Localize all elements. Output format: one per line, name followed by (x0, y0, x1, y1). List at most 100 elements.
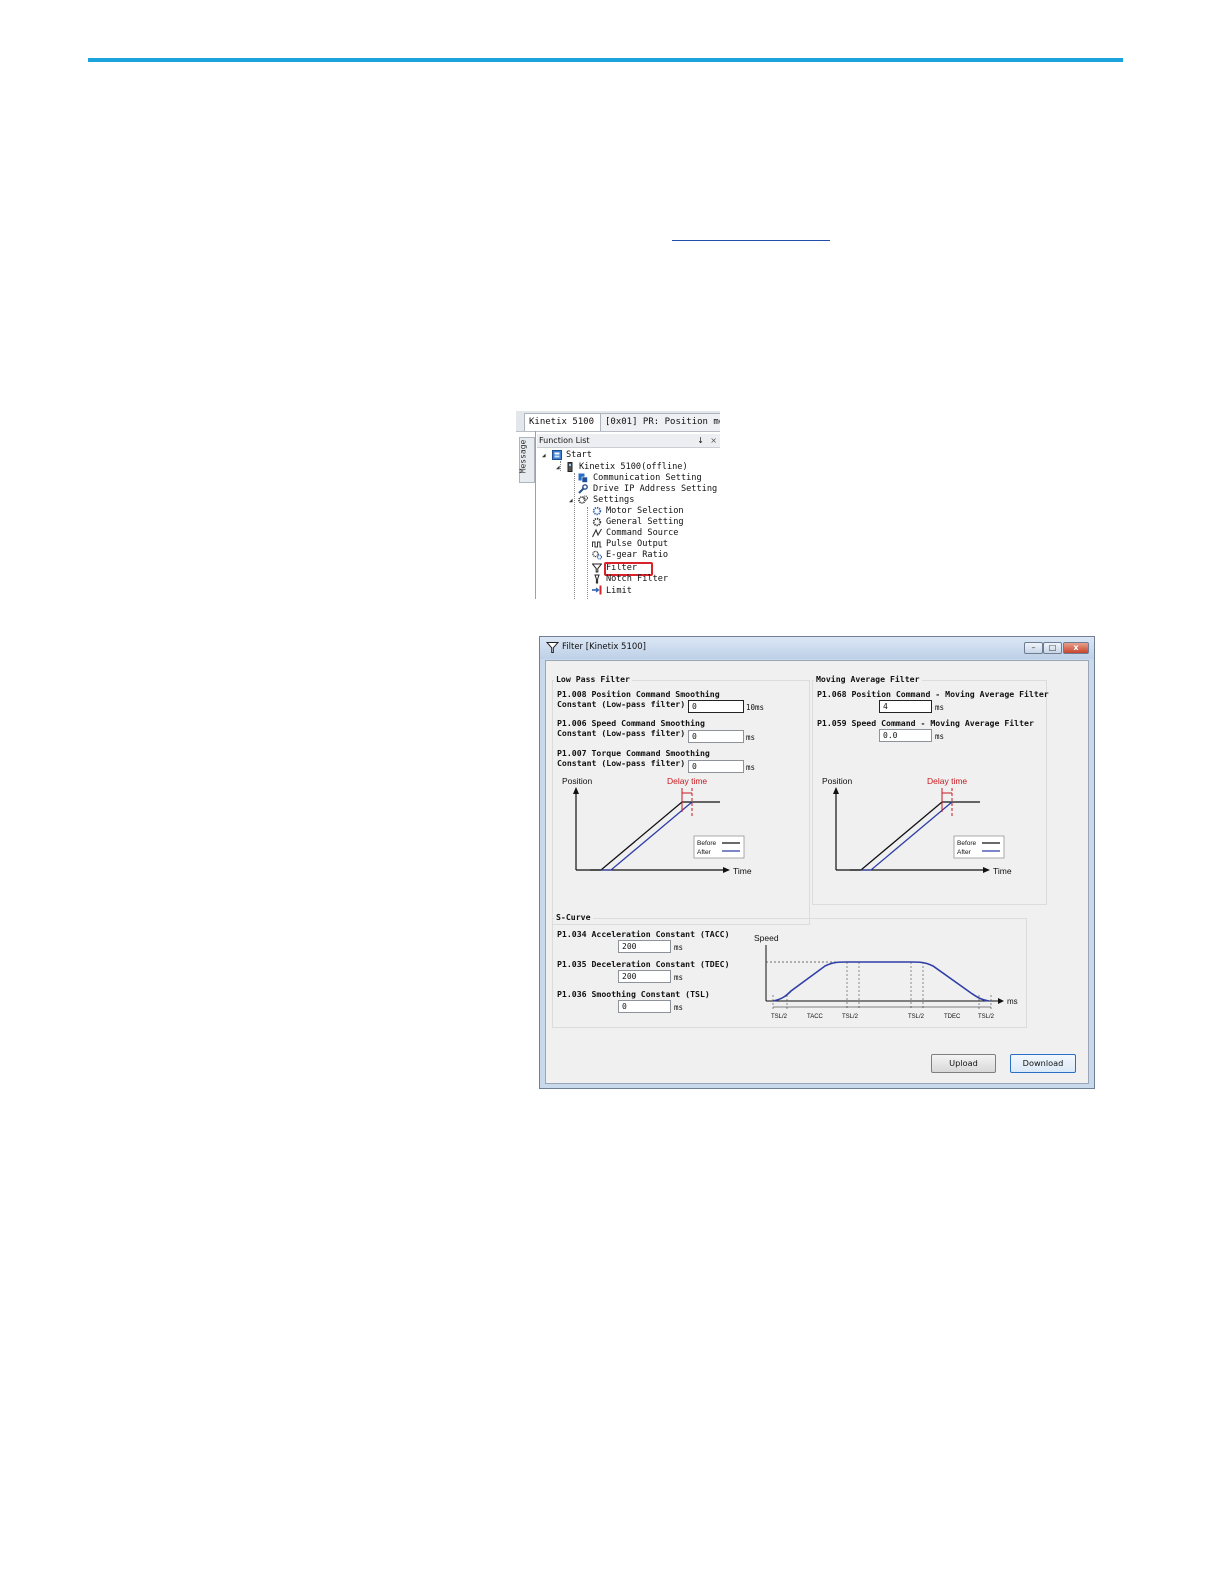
maximize-button[interactable]: □ (1043, 642, 1062, 654)
dialog-title: Filter [Kinetix 5100] (562, 642, 646, 652)
tree-item-drive-ip[interactable]: Drive IP Address Setting (593, 484, 717, 495)
y-axis-arrow (573, 787, 579, 794)
p1-036-label: P1.036 Smoothing Constant (TSL) (557, 989, 710, 999)
tree-item-general-setting[interactable]: General Setting (606, 517, 684, 528)
close-button[interactable]: x (1063, 642, 1089, 654)
p1-068-unit: ms (935, 703, 945, 712)
wrench-icon (578, 484, 588, 494)
filter-icon (546, 642, 559, 653)
delay-time-label: Delay time (927, 776, 967, 786)
tree-item-limit[interactable]: Limit (606, 586, 632, 597)
document-tab-bar: Kinetix 5100 [0x01] PR: Position mode (516, 411, 720, 432)
message-tab-label: Message (518, 439, 528, 474)
x-axis-arrow (983, 867, 990, 873)
message-side-tab[interactable]: Message (518, 437, 535, 483)
p1-034-label: P1.034 Acceleration Constant (TACC) (557, 929, 730, 939)
pulse-output-icon (592, 541, 602, 548)
filter-icon (592, 563, 602, 573)
p1-059-label: P1.059 Speed Command - Moving Average Fi… (817, 718, 1034, 728)
close-icon[interactable]: × (710, 434, 717, 447)
tree-item-notch-filter[interactable]: Notch Filter (606, 574, 668, 585)
tree-guide (574, 473, 575, 599)
position-axis-label: Position (562, 776, 593, 786)
expand-arrow-icon[interactable]: ◢ (542, 450, 546, 461)
tree-item-settings[interactable]: Settings (593, 495, 634, 506)
segment-label: TSL/2 (842, 1014, 859, 1020)
p1-068-input[interactable]: 4 (879, 700, 932, 713)
p1-035-label: P1.035 Deceleration Constant (TDEC) (557, 959, 730, 969)
moving-average-filter-title: Moving Average Filter (814, 674, 922, 684)
legend-before-label: Before (957, 840, 977, 847)
download-button[interactable]: Download (1010, 1054, 1076, 1073)
tree-item-e-gear-ratio[interactable]: E-gear Ratio (606, 550, 668, 561)
function-list-title: Function List (539, 436, 590, 445)
p1-036-unit: ms (674, 1003, 684, 1012)
dialog-title-bar[interactable]: Filter [Kinetix 5100] – □ x (540, 637, 1094, 659)
p1-006-label: P1.006 Speed Command Smoothing Constant … (557, 718, 705, 738)
after-curve (601, 801, 693, 871)
moving-average-delay-diagram: Position Time Delay time Before After (822, 776, 1012, 876)
p1-036-input[interactable]: 0 (618, 1000, 671, 1013)
speed-axis-label: Speed (754, 933, 779, 943)
drive-icon (567, 462, 573, 472)
p1-059-unit: ms (935, 732, 945, 741)
p1-035-input[interactable]: 200 (618, 970, 671, 983)
panel-divider (535, 431, 536, 599)
p1-008-unit: 10ms (746, 703, 765, 712)
tree-item-motor-selection[interactable]: Motor Selection (606, 506, 684, 517)
low-pass-filter-title: Low Pass Filter (554, 674, 632, 684)
p1-034-input[interactable]: 200 (618, 940, 671, 953)
s-curve-title: S-Curve (554, 912, 593, 922)
p1-059-input[interactable]: 0.0 (879, 729, 932, 742)
notch-filter-icon (594, 574, 600, 584)
segment-label: TDEC (944, 1014, 961, 1020)
tree-guide (587, 507, 588, 599)
hyperlink-underline[interactable] (672, 240, 830, 241)
segment-label: TSL/2 (771, 1014, 788, 1020)
legend-after-label: After (957, 849, 972, 856)
communication-icon (578, 473, 588, 483)
position-axis-label: Position (822, 776, 853, 786)
function-list-header: Function List ↓ × (537, 434, 720, 448)
legend-after-label: After (697, 849, 712, 856)
segment-label: TACC (807, 1014, 824, 1020)
p1-007-label: P1.007 Torque Command Smoothing Constant… (557, 748, 710, 768)
expand-arrow-icon[interactable]: ◢ (569, 495, 573, 506)
y-axis-arrow (833, 787, 839, 794)
p1-006-input[interactable]: 0 (688, 730, 744, 743)
speed-profile-curve (772, 961, 990, 1002)
x-axis-arrow (723, 867, 730, 873)
expand-arrow-icon[interactable]: ◢ (556, 462, 560, 473)
p1-068-label: P1.068 Position Command - Moving Average… (817, 689, 1049, 699)
x-axis-arrow (998, 998, 1004, 1004)
tab-kinetix-5100[interactable]: Kinetix 5100 (524, 413, 608, 431)
p1-007-input[interactable]: 0 (688, 760, 744, 773)
filter-dialog-window: Filter [Kinetix 5100] – □ x Low Pass Fil… (539, 636, 1095, 1089)
pin-icon[interactable]: ↓ (697, 434, 704, 447)
e-gear-icon (592, 550, 602, 560)
ms-axis-label: ms (1007, 997, 1018, 1006)
limit-icon (592, 585, 602, 595)
upload-button[interactable]: Upload (931, 1054, 996, 1073)
p1-006-unit: ms (746, 733, 756, 742)
command-source-icon (592, 528, 602, 538)
settings-gears-icon (578, 495, 588, 504)
tree-item-command-source[interactable]: Command Source (606, 528, 678, 539)
tree-item-pulse-output[interactable]: Pulse Output (606, 539, 668, 550)
dialog-client-area: Low Pass Filter P1.008 Position Command … (545, 660, 1089, 1084)
segment-label: TSL/2 (978, 1014, 995, 1020)
start-icon (552, 450, 562, 460)
tree-item-start[interactable]: Start (566, 450, 592, 461)
low-pass-delay-diagram: Position Time Delay time Before After (562, 776, 752, 876)
tree-item-kinetix[interactable]: Kinetix 5100(offline) (579, 462, 688, 473)
tree-guide (560, 461, 561, 471)
p1-007-unit: ms (746, 763, 756, 772)
segment-label: TSL/2 (908, 1014, 925, 1020)
general-gear-icon (592, 517, 602, 527)
p1-008-input[interactable]: 0 (688, 700, 744, 713)
tree-item-communication-setting[interactable]: Communication Setting (593, 473, 702, 484)
minimize-button[interactable]: – (1024, 642, 1043, 654)
p1-034-unit: ms (674, 943, 684, 952)
tab-pr-position-mode[interactable]: [0x01] PR: Position mode (600, 413, 720, 431)
time-axis-label: Time (733, 866, 752, 876)
